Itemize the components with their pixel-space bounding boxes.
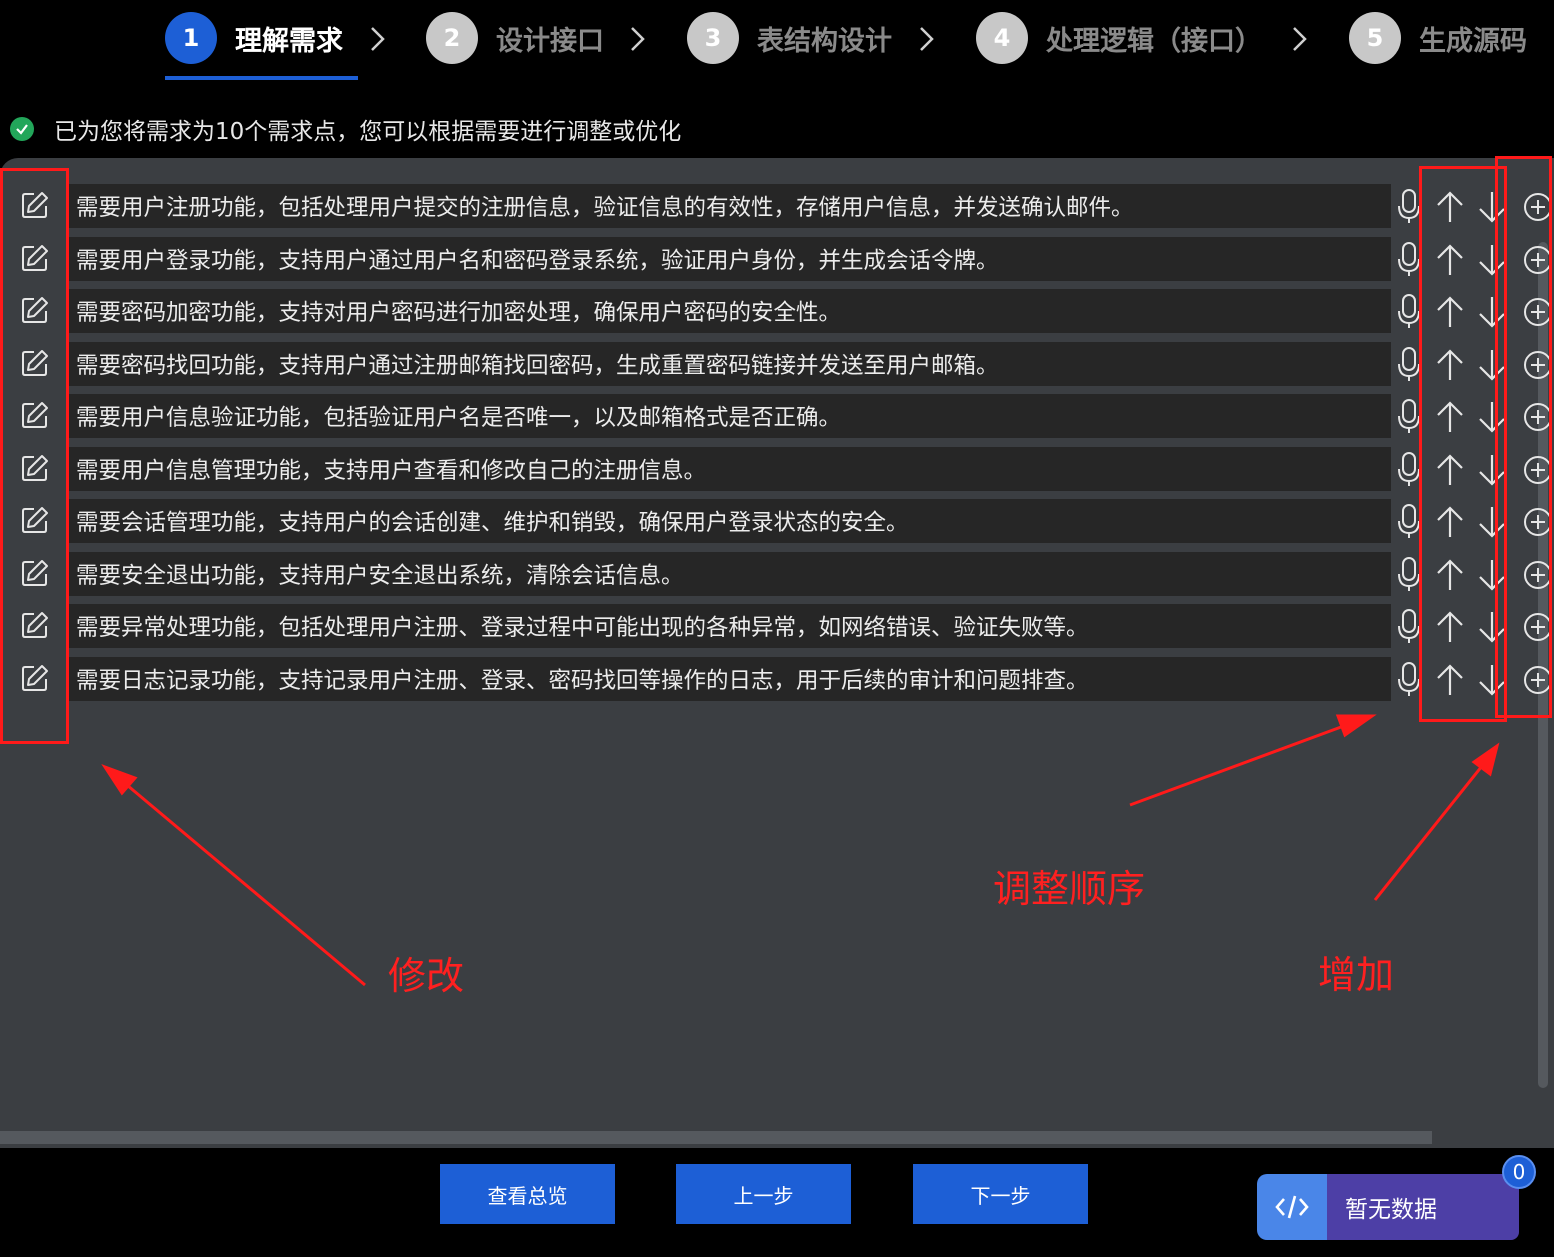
requirement-text-field[interactable]: 需要用户信息管理功能，支持用户查看和修改自己的注册信息。 [66, 446, 1391, 491]
step-4-label: 处理逻辑（接口） [1046, 25, 1262, 57]
requirement-row: 需要用户信息验证功能，包括验证用户名是否唯一，以及邮箱格式是否正确。 [0, 394, 1554, 438]
microphone-icon[interactable] [1397, 188, 1421, 224]
requirement-text-field[interactable]: 需要密码找回功能，支持用户通过注册邮箱找回密码，生成重置密码链接并发送至用户邮箱… [66, 341, 1391, 386]
step-2-label: 设计接口 [496, 25, 604, 57]
requirement-text: 需要用户注册功能，包括处理用户提交的注册信息，验证信息的有效性，存储用户信息，并… [76, 195, 1134, 221]
requirement-text-field[interactable]: 需要用户信息验证功能，包括验证用户名是否唯一，以及邮箱格式是否正确。 [66, 394, 1391, 438]
requirement-text: 需要密码加密功能，支持对用户密码进行加密处理，确保用户密码的安全性。 [76, 300, 842, 326]
chevron-right-icon [362, 24, 392, 54]
microphone-icon[interactable] [1397, 293, 1421, 329]
requirement-row: 需要安全退出功能，支持用户安全退出系统，清除会话信息。 [0, 551, 1554, 596]
requirement-text-field[interactable]: 需要用户注册功能，包括处理用户提交的注册信息，验证信息的有效性，存储用户信息，并… [66, 184, 1391, 228]
annotation-add: 增加 [1318, 953, 1395, 997]
requirement-text: 需要异常处理功能，包括处理用户注册、登录过程中可能出现的各种异常，如网络错误、验… [76, 615, 1089, 641]
add-column-highlight [1495, 156, 1552, 718]
requirement-row: 需要会话管理功能，支持用户的会话创建、维护和销毁，确保用户登录状态的安全。 [0, 499, 1554, 543]
chevron-right-icon [1284, 24, 1314, 54]
microphone-icon[interactable] [1397, 398, 1421, 434]
requirement-text-field[interactable]: 需要安全退出功能，支持用户安全退出系统，清除会话信息。 [66, 551, 1391, 596]
requirement-row: 需要密码加密功能，支持对用户密码进行加密处理，确保用户密码的安全性。 [0, 289, 1554, 333]
step-2[interactable]: 2 设计接口 [426, 12, 604, 64]
requirement-text: 需要用户登录功能，支持用户通过用户名和密码登录系统，验证用户身份，并生成会话令牌… [76, 247, 999, 274]
microphone-icon[interactable] [1397, 451, 1421, 487]
code-widget-label: 暂无数据 [1327, 1174, 1519, 1240]
chevron-right-icon [911, 24, 941, 54]
requirement-text: 需要用户信息验证功能，包括验证用户名是否唯一，以及邮箱格式是否正确。 [76, 405, 842, 431]
reorder-column-highlight [1419, 166, 1507, 722]
requirement-text-field[interactable]: 需要异常处理功能，包括处理用户注册、登录过程中可能出现的各种异常，如网络错误、验… [66, 604, 1391, 648]
status-message: 已为您将需求为10个需求点，您可以根据需要进行调整或优化 [10, 112, 681, 146]
microphone-icon[interactable] [1397, 556, 1421, 592]
next-step-button[interactable]: 下一步 [913, 1164, 1088, 1224]
requirement-text: 需要用户信息管理功能，支持用户查看和修改自己的注册信息。 [76, 457, 707, 484]
microphone-icon[interactable] [1397, 608, 1421, 644]
active-step-underline [165, 76, 358, 80]
requirement-row: 需要用户注册功能，包括处理用户提交的注册信息，验证信息的有效性，存储用户信息，并… [0, 184, 1554, 228]
requirement-text-field[interactable]: 需要密码加密功能，支持对用户密码进行加密处理，确保用户密码的安全性。 [66, 289, 1391, 333]
requirement-text-field[interactable]: 需要用户登录功能，支持用户通过用户名和密码登录系统，验证用户身份，并生成会话令牌… [66, 236, 1391, 281]
step-3-number: 3 [687, 12, 739, 64]
microphone-icon[interactable] [1397, 503, 1421, 539]
previous-step-button[interactable]: 上一步 [676, 1164, 851, 1224]
microphone-icon[interactable] [1397, 346, 1421, 382]
requirement-text: 需要会话管理功能，支持用户的会话创建、维护和销毁，确保用户登录状态的安全。 [76, 510, 909, 536]
step-3[interactable]: 3 表结构设计 [687, 12, 892, 64]
step-3-label: 表结构设计 [757, 25, 892, 57]
step-1[interactable]: 1 理解需求 [165, 12, 343, 64]
step-1-label: 理解需求 [235, 25, 343, 57]
requirement-text-field[interactable]: 需要日志记录功能，支持记录用户注册、登录、密码找回等操作的日志，用于后续的审计和… [66, 656, 1391, 701]
view-overview-button[interactable]: 查看总览 [440, 1164, 615, 1224]
step-5[interactable]: 5 生成源码 [1349, 12, 1527, 64]
requirement-text: 需要密码找回功能，支持用户通过注册邮箱找回密码，生成重置密码链接并发送至用户邮箱… [76, 352, 999, 379]
requirement-text-field[interactable]: 需要会话管理功能，支持用户的会话创建、维护和销毁，确保用户登录状态的安全。 [66, 499, 1391, 543]
requirement-row: 需要日志记录功能，支持记录用户注册、登录、密码找回等操作的日志，用于后续的审计和… [0, 656, 1554, 701]
step-4-number: 4 [976, 12, 1028, 64]
step-5-number: 5 [1349, 12, 1401, 64]
microphone-icon[interactable] [1397, 661, 1421, 697]
annotation-reorder: 调整顺序 [993, 867, 1146, 911]
source-code-widget[interactable]: 暂无数据 [1257, 1174, 1519, 1240]
requirement-text: 需要安全退出功能，支持用户安全退出系统，清除会话信息。 [76, 562, 684, 589]
code-icon [1257, 1174, 1327, 1240]
requirement-row: 需要用户信息管理功能，支持用户查看和修改自己的注册信息。 [0, 446, 1554, 491]
status-text: 已为您将需求为10个需求点，您可以根据需要进行调整或优化 [54, 119, 682, 145]
edit-column-highlight [0, 168, 69, 744]
chevron-right-icon [622, 24, 652, 54]
requirement-row: 需要密码找回功能，支持用户通过注册邮箱找回密码，生成重置密码链接并发送至用户邮箱… [0, 341, 1554, 386]
step-1-number: 1 [165, 12, 217, 64]
horizontal-scrollbar[interactable] [0, 1131, 1432, 1144]
requirement-text: 需要日志记录功能，支持记录用户注册、登录、密码找回等操作的日志，用于后续的审计和… [76, 667, 1089, 694]
requirement-row: 需要用户登录功能，支持用户通过用户名和密码登录系统，验证用户身份，并生成会话令牌… [0, 236, 1554, 281]
microphone-icon[interactable] [1397, 241, 1421, 277]
step-5-label: 生成源码 [1419, 25, 1527, 57]
annotation-edit: 修改 [388, 954, 465, 998]
count-badge: 0 [1502, 1155, 1536, 1189]
step-2-number: 2 [426, 12, 478, 64]
requirement-row: 需要异常处理功能，包括处理用户注册、登录过程中可能出现的各种异常，如网络错误、验… [0, 604, 1554, 648]
check-circle-icon [10, 117, 34, 141]
step-4[interactable]: 4 处理逻辑（接口） [976, 12, 1262, 64]
stepper: 1 理解需求 2 设计接口 3 表结构设计 4 处理逻辑（接口） 5 生成源码 [0, 0, 1554, 82]
